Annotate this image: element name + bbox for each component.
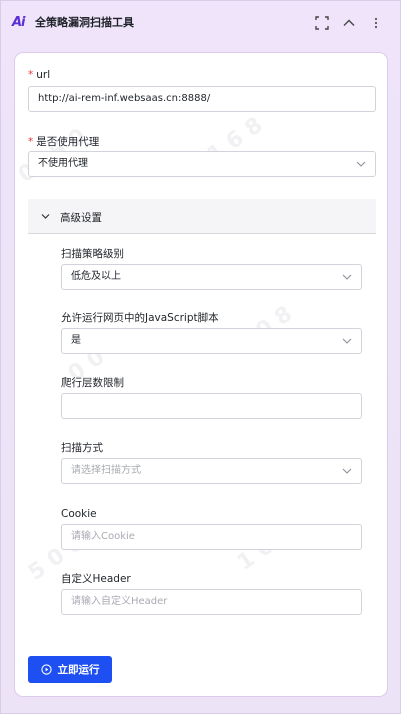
custom-header-input[interactable]: 请输入自定义Header [61,589,362,615]
collapse-icon[interactable] [340,14,358,32]
allow-js-select[interactable]: 是 [61,328,362,354]
strategy-level-value: 低危及以上 [71,271,121,282]
required-mark: * [28,69,34,81]
scan-mode-select[interactable]: 请选择扫描方式 [61,458,362,484]
scan-mode-placeholder: 请选择扫描方式 [71,465,141,476]
allow-js-value: 是 [71,335,81,346]
chevron-down-icon [41,214,50,219]
play-circle-icon [40,664,52,675]
proxy-select-value: 不使用代理 [38,158,88,169]
advanced-settings-header[interactable]: 高级设置 [28,199,376,234]
advanced-settings-title: 高级设置 [60,212,102,224]
chevron-down-icon [342,274,352,280]
app-title: 全策略漏洞扫描工具 [35,16,134,29]
more-icon[interactable] [367,14,385,32]
app-header: Ai 全策略漏洞扫描工具 [1,1,400,47]
run-now-label: 立即运行 [57,664,100,676]
allow-js-label: 允许运行网页中的JavaScript脚本 [61,312,219,324]
cookie-input[interactable]: 请输入Cookie [61,524,362,550]
chevron-down-icon [356,161,366,167]
url-input[interactable]: http://ai-rem-inf.websaas.cn:8888/ [28,86,376,112]
chevron-down-icon [342,338,352,344]
fullscreen-icon[interactable] [313,14,331,32]
cookie-label: Cookie [61,508,97,520]
proxy-select[interactable]: 不使用代理 [28,151,376,177]
app-logo: Ai [12,15,26,30]
proxy-label: * 是否使用代理 [28,136,100,148]
strategy-level-select[interactable]: 低危及以上 [61,264,362,290]
run-now-button[interactable]: 立即运行 [28,656,112,683]
crawl-depth-input[interactable] [61,393,362,419]
crawl-depth-label: 爬行层数限制 [61,377,124,389]
custom-header-label: 自定义Header [61,573,131,585]
chevron-down-icon [342,468,352,474]
url-label: * url [28,69,51,81]
form-card: 0 15 0 1 6 8 0 0 15 2 0 8 5 0 0 1 6 8 *u… [14,52,388,697]
required-mark: * [28,136,34,148]
strategy-level-label: 扫描策略级别 [61,248,124,260]
app-window: Ai 全策略漏洞扫描工具 0 15 0 1 6 8 0 0 15 2 0 8 [0,0,401,714]
scan-mode-label: 扫描方式 [61,442,103,454]
